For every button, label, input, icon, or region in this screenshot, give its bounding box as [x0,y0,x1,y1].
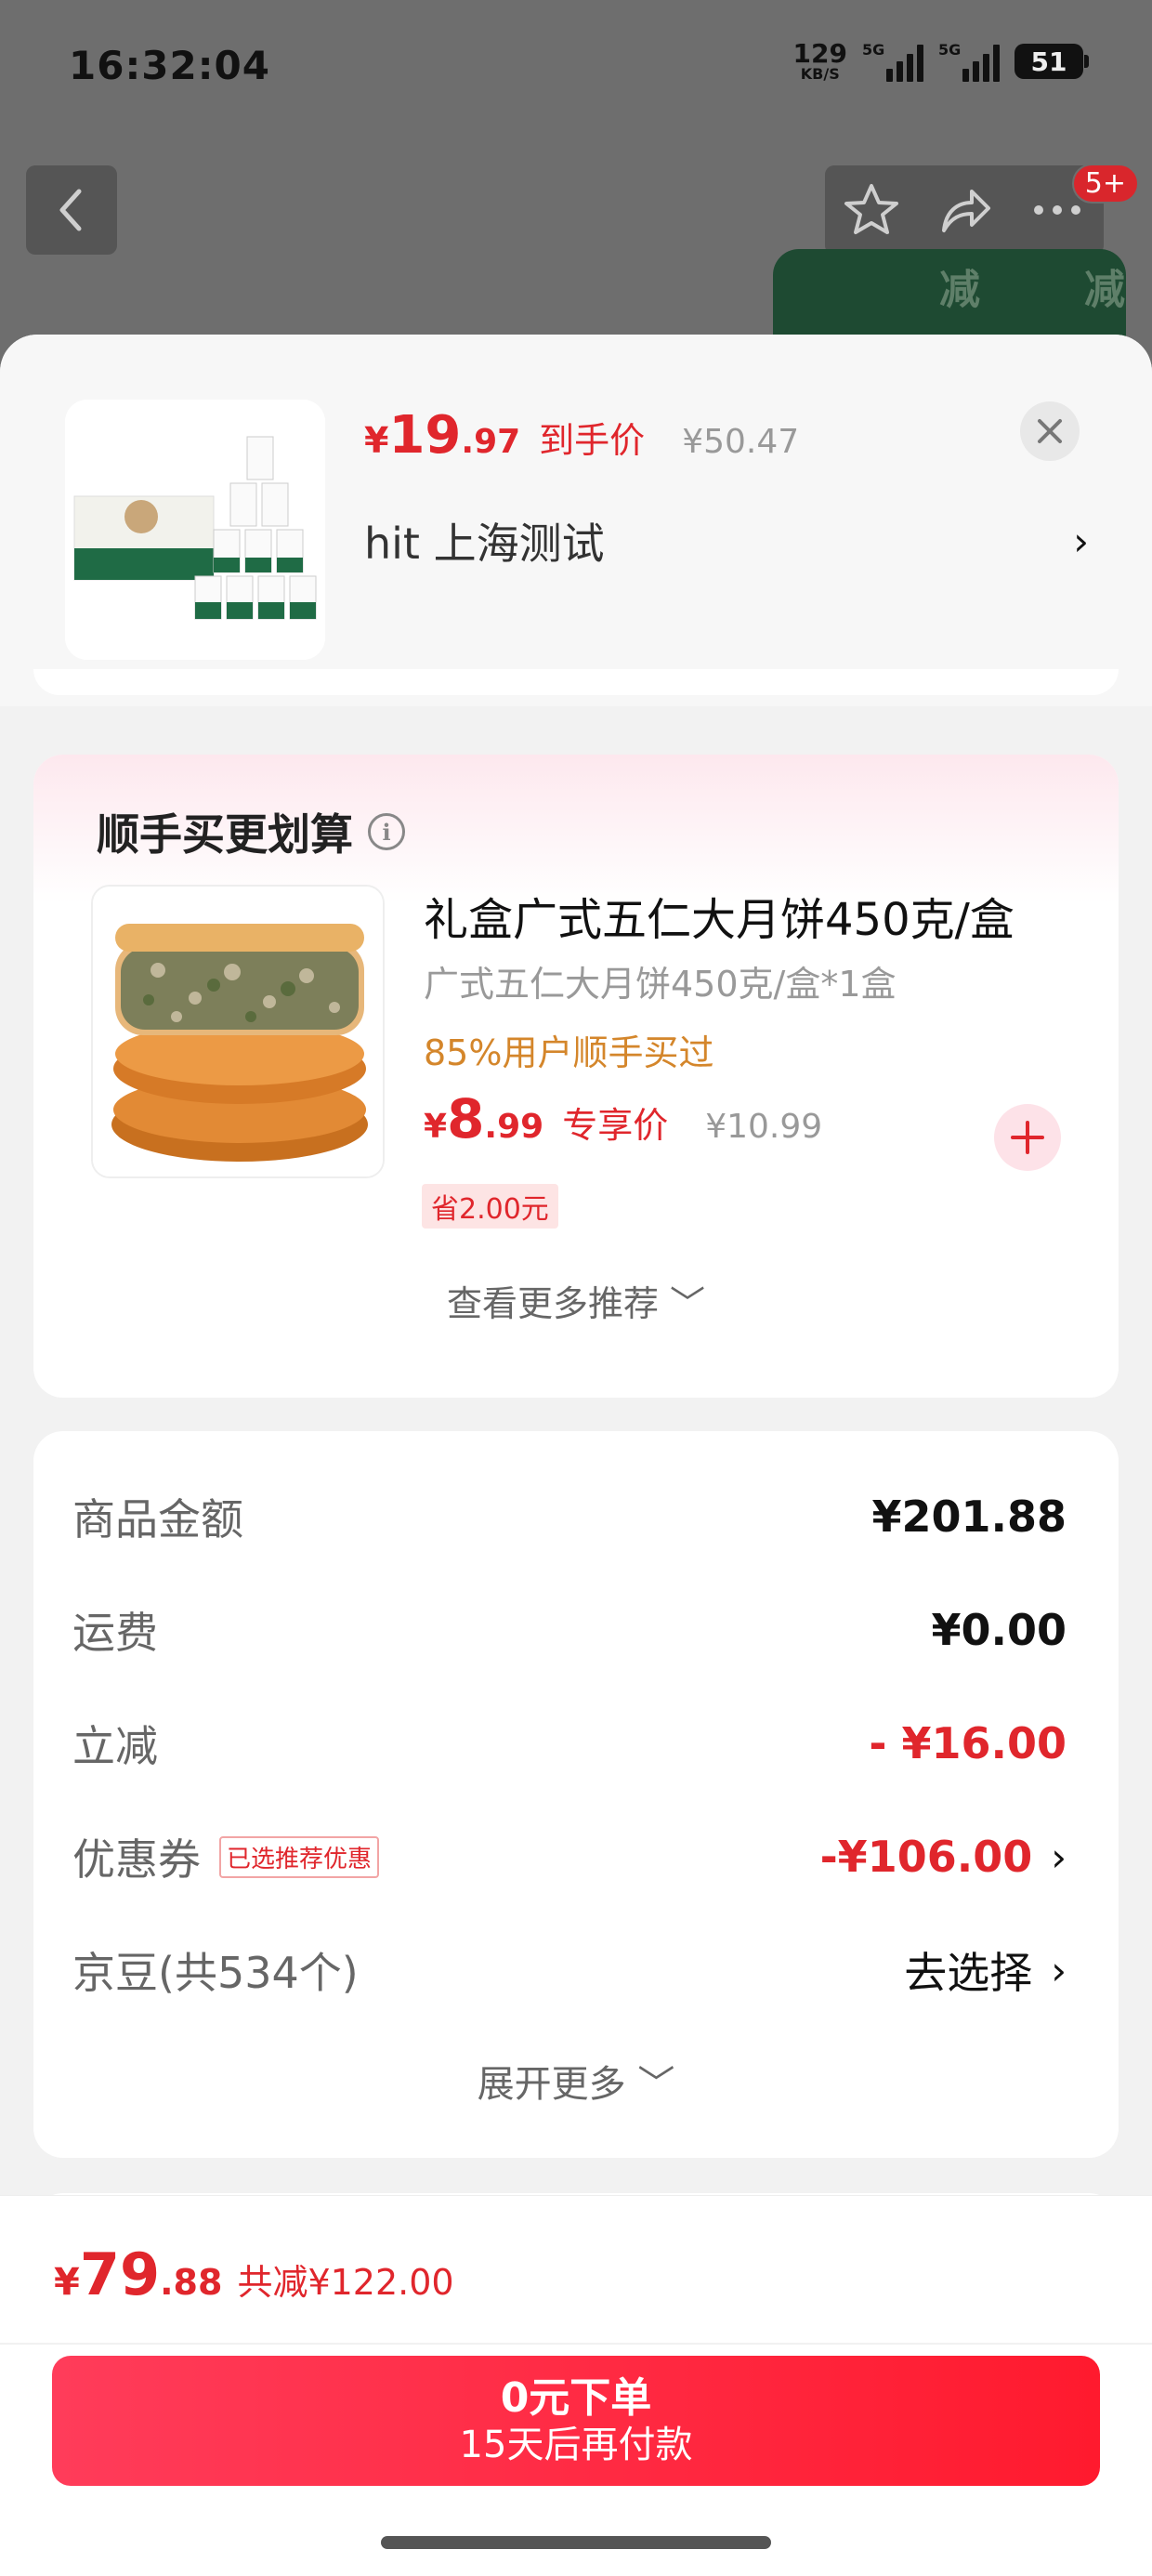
save-badge: 省2.00元 [422,1184,558,1229]
summary-row-instant-discount: 立减 - ¥16.00 [72,1706,1067,1781]
coupon-badge: 已选推荐优惠 [219,1835,380,1878]
share-icon[interactable] [935,180,994,240]
battery-icon: 51 [1015,44,1089,79]
signal-icon-2: 5G [938,41,1000,82]
plus-icon [1011,1121,1044,1154]
close-icon [1038,419,1062,443]
view-more-recommendations[interactable]: 查看更多推荐 ﹀ [33,1275,1119,1326]
footer-divider [0,2343,1152,2345]
status-indicators: 129 KB/S 5G 5G 51 [793,41,1089,82]
summary-value: ¥201.88 [871,1492,1067,1542]
message-badge: 5+ [1071,164,1139,204]
price-decimal: .97 [461,423,521,461]
summary-label: 优惠券 [72,1834,201,1885]
summary-row-coupon[interactable]: 优惠券 已选推荐优惠 -¥106.00 › [72,1820,1067,1894]
summary-value-group: -¥106.00 › [820,1832,1067,1882]
total-currency: ¥ [54,2261,80,2304]
addon-price-integer: 8 [447,1087,485,1150]
price-currency: ¥ [364,420,389,461]
summary-row-shipping: 运费 ¥0.00 [72,1593,1067,1667]
addon-recommendation-card: 顺手买更划算 i 礼盒广式五仁大月饼450克/盒 广式五仁大月饼450克/盒*1… [33,755,1119,1398]
back-icon [59,189,82,231]
summary-value-group: 去选择 › [904,1939,1067,2001]
back-button[interactable] [26,165,117,255]
status-bar: 16:32:04 129 KB/S 5G 5G 51 [0,0,1152,139]
chevron-right-icon: › [1073,518,1089,564]
addon-price: ¥ 8 .99 专享价 ¥10.99 [424,1087,822,1150]
chevron-right-icon: › [1051,1833,1067,1880]
total-integer: 79 [79,2241,161,2308]
signal-label: 5G [862,41,885,59]
summary-label: 运费 [72,1608,158,1658]
addon-price-decimal: .99 [484,1108,544,1146]
addon-price-currency: ¥ [424,1108,448,1146]
summary-value: ¥0.00 [931,1605,1067,1655]
addon-title-text: 顺手买更划算 [97,809,353,860]
summary-label: 商品金额 [72,1494,243,1544]
original-price: ¥50.47 [682,423,800,461]
price-summary-card: 商品金额 ¥201.88 运费 ¥0.00 立减 - ¥16.00 优惠券 已选… [33,1431,1119,2158]
total-decimal: .88 [160,2262,223,2303]
expand-more-button[interactable]: 展开更多 ﹀ [33,2054,1119,2108]
summary-row-subtotal: 商品金额 ¥201.88 [72,1479,1067,1554]
chevron-right-icon: › [1051,1947,1067,1993]
close-button[interactable] [1020,401,1080,461]
addon-product-name[interactable]: 礼盒广式五仁大月饼450克/盒 [424,883,1015,948]
price-integer: 19 [388,405,462,466]
summary-value: 去选择 [904,1948,1033,1998]
addon-title: 顺手买更划算 i [97,801,405,862]
mooncake-image[interactable] [91,885,385,1178]
card-edge [33,669,1119,695]
product-header: ¥ 19 .97 到手价 ¥50.47 hit 上海测试 › [0,335,1152,706]
product-thumbnail [65,400,325,660]
summary-value: - ¥16.00 [869,1718,1067,1768]
addon-price-tag: 专享价 [562,1105,669,1146]
address-selector[interactable]: hit 上海测试 › [364,513,1089,570]
product-price: ¥ 19 .97 到手价 ¥50.47 [364,405,799,466]
status-time: 16:32:04 [69,43,270,88]
signal-label-2: 5G [938,41,962,59]
network-speed-unit: KB/S [800,65,840,83]
submit-order-button[interactable]: 0元下单 15天后再付款 [52,2356,1100,2486]
submit-sublabel: 15天后再付款 [459,2424,693,2467]
summary-value: -¥106.00 [819,1832,1033,1882]
order-total: ¥ 79 .88 共减¥122.00 [54,2241,454,2308]
network-speed-value: 129 [792,38,847,69]
add-to-cart-button[interactable] [994,1104,1061,1171]
top-action-bar [825,165,1104,255]
address-text: hit 上海测试 [364,519,605,569]
submit-label: 0元下单 [500,2373,652,2422]
checkout-footer: ¥ 79 .88 共减¥122.00 0元下单 15天后再付款 [0,2195,1152,2576]
summary-row-jingdou[interactable]: 京豆(共534个) 去选择 › [72,1933,1067,2007]
addon-social-proof: 85%用户顺手买过 [424,1032,714,1073]
summary-label: 立减 [72,1721,158,1771]
addon-original-price: ¥10.99 [705,1108,823,1146]
home-indicator[interactable] [381,2536,771,2549]
product-image [65,400,325,660]
network-speed: 129 KB/S [793,41,847,82]
signal-icon: 5G [862,41,923,82]
star-icon[interactable] [842,180,901,240]
summary-label: 京豆(共534个) [72,1948,359,1998]
addon-product-spec: 广式五仁大月饼450克/盒*1盒 [424,964,897,1005]
summary-label-group: 优惠券 已选推荐优惠 [72,1826,380,1887]
price-tag: 到手价 [539,420,646,461]
total-saved: 共减¥122.00 [237,2262,454,2303]
info-icon[interactable]: i [368,813,405,850]
